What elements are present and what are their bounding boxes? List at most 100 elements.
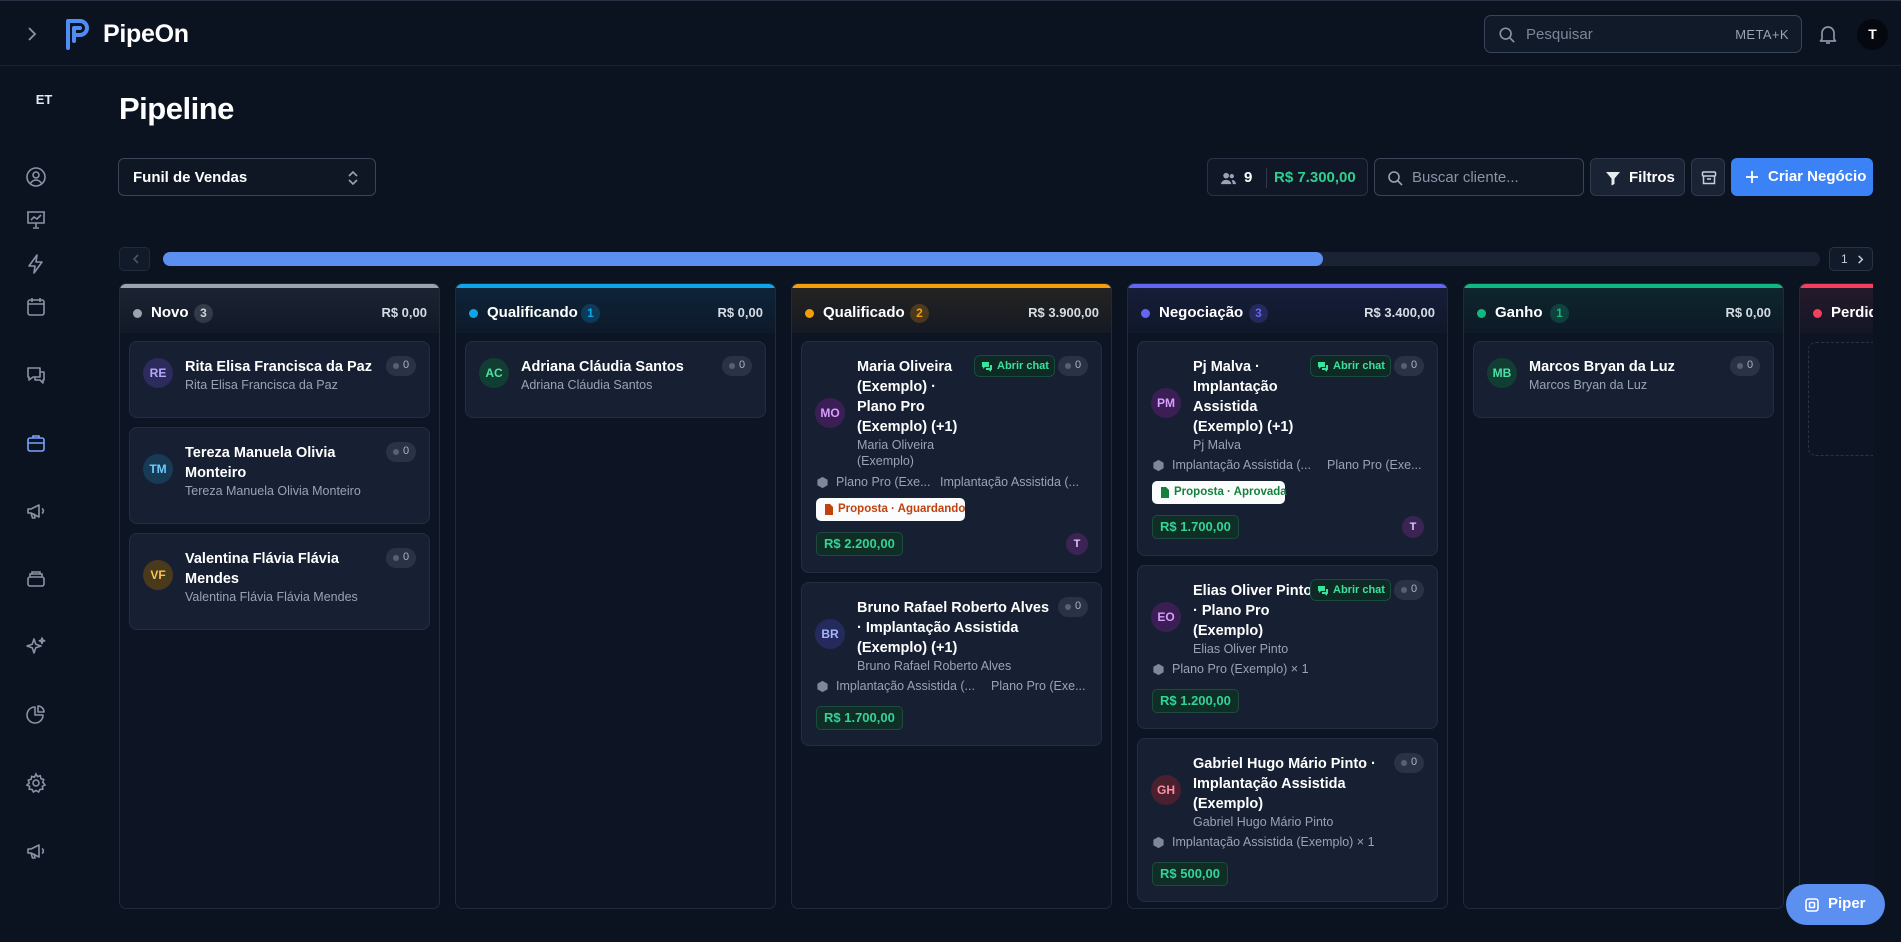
users-icon (1220, 172, 1237, 185)
task-count[interactable]: 0 (386, 548, 416, 568)
column-name: Qualificado (823, 304, 905, 321)
archive-box-icon[interactable] (24, 567, 48, 591)
document-icon (1161, 487, 1169, 498)
funnel-icon (1606, 172, 1620, 186)
open-chat-button[interactable]: Abrir chat (1310, 579, 1391, 601)
task-count[interactable]: 0 (1058, 597, 1088, 617)
workspace-initials[interactable]: ET (0, 92, 88, 107)
cube-icon (1153, 836, 1164, 849)
deal-card[interactable]: MB Marcos Bryan da Luz Marcos Bryan da L… (1473, 341, 1774, 418)
chat-icon (1318, 362, 1328, 372)
chevron-up-down-icon (348, 170, 358, 186)
status-dot (393, 449, 399, 455)
deal-card[interactable]: VF Valentina Flávia Flávia Mendes Valent… (129, 533, 430, 630)
calendar-icon[interactable] (24, 295, 48, 319)
deal-card[interactable]: MO Maria Oliveira (Exemplo) · Plano Pro … (801, 341, 1102, 573)
proposal-status-badge[interactable]: Proposta · Aguardando (816, 498, 965, 521)
proposal-status-badge[interactable]: Proposta · Aprovada (1152, 481, 1287, 504)
column-name: Ganho (1495, 304, 1543, 321)
product-item: Plano Pro (Exemplo) × 1 (1172, 662, 1309, 676)
bell-icon[interactable] (1817, 23, 1839, 45)
client-search-placeholder: Buscar cliente... (1412, 169, 1519, 186)
lightning-icon[interactable] (24, 252, 48, 276)
board-scrollbar-thumb[interactable] (163, 252, 1323, 266)
sparkles-icon[interactable] (24, 635, 48, 659)
empty-dropzone[interactable] (1808, 342, 1873, 456)
deal-title: Rita Elisa Francisca da Paz (185, 359, 372, 375)
pie-chart-icon[interactable] (24, 703, 48, 727)
briefcase-icon[interactable] (24, 431, 48, 455)
deal-value: R$ 1.700,00 (816, 706, 903, 730)
presentation-chart-icon[interactable] (24, 208, 48, 232)
status-dot (1065, 363, 1071, 369)
deal-title: Bruno Rafael Roberto Alves · Implantação… (857, 600, 1050, 656)
client-search-input[interactable]: Buscar cliente... (1374, 158, 1584, 196)
task-count[interactable]: 0 (386, 356, 416, 376)
task-count[interactable]: 0 (386, 442, 416, 462)
app-logo-text: PipeOn (103, 20, 189, 48)
task-count[interactable]: 0 (1394, 356, 1424, 376)
task-count[interactable]: 0 (1730, 356, 1760, 376)
deal-value: R$ 1.200,00 (1152, 689, 1239, 713)
column-header: Negociação 3 R$ 3.400,00 (1128, 284, 1447, 333)
filters-button[interactable]: Filtros (1590, 158, 1685, 196)
megaphone-icon[interactable] (24, 839, 48, 863)
column-count: 3 (1249, 304, 1268, 323)
owner-avatar[interactable]: T (1066, 533, 1088, 555)
column-ganho: Ganho 1 R$ 0,00 MB Marcos Bryan da Luz M… (1463, 283, 1784, 909)
deal-summary: 9 R$ 7.300,00 (1207, 158, 1368, 196)
scroll-right-button[interactable]: 1 (1829, 247, 1873, 271)
task-count[interactable]: 0 (722, 356, 752, 376)
task-count[interactable]: 0 (1058, 356, 1088, 376)
create-deal-button[interactable]: Criar Negócio (1731, 158, 1873, 196)
deal-card[interactable]: BR Bruno Rafael Roberto Alves · Implanta… (801, 582, 1102, 746)
open-chat-button[interactable]: Abrir chat (1310, 355, 1391, 377)
column-total: R$ 0,00 (381, 305, 427, 320)
deal-card[interactable]: PM Pj Malva · Implantação Assistida (Exe… (1137, 341, 1438, 556)
column-name: Qualificando (487, 304, 578, 321)
column-total: R$ 3.900,00 (1028, 305, 1099, 320)
status-dot (729, 363, 735, 369)
chat-icon (1318, 586, 1328, 596)
task-count[interactable]: 0 (1394, 580, 1424, 600)
deal-title: Valentina Flávia Flávia Mendes (185, 551, 339, 587)
stage-dot (469, 309, 478, 318)
avatar: EO (1151, 602, 1181, 632)
proposal-status-label: Proposta · Aguardando (838, 503, 966, 515)
user-circle-icon[interactable] (24, 165, 48, 189)
deal-card[interactable]: GH Gabriel Hugo Mário Pinto · Implantaçã… (1137, 738, 1438, 902)
task-count[interactable]: 0 (1394, 753, 1424, 773)
gear-icon[interactable] (24, 771, 48, 795)
piper-assistant-button[interactable]: Piper (1786, 884, 1885, 925)
status-dot (393, 363, 399, 369)
user-avatar[interactable]: T (1857, 19, 1888, 50)
deal-card[interactable]: EO Elias Oliver Pinto · Plano Pro (Exemp… (1137, 565, 1438, 729)
deal-card[interactable]: RE Rita Elisa Francisca da Paz Rita Elis… (129, 341, 430, 418)
column-negociacao: Negociação 3 R$ 3.400,00 PM Pj Malva · I… (1127, 283, 1448, 909)
deal-card[interactable]: AC Adriana Cláudia Santos Adriana Cláudi… (465, 341, 766, 418)
stage-dot (133, 309, 142, 318)
product-item: Implantação Assistida (Exemplo) × 1 (1172, 835, 1375, 849)
status-dot (1401, 760, 1407, 766)
chat-bubbles-icon[interactable] (24, 363, 48, 387)
funnel-select[interactable]: Funil de Vendas (118, 158, 376, 196)
search-shortcut: META+K (1735, 27, 1789, 42)
megaphone-icon[interactable] (24, 499, 48, 523)
global-search-input[interactable]: Pesquisar META+K (1484, 15, 1802, 53)
avatar: MO (815, 398, 845, 428)
archived-deals-button[interactable] (1691, 158, 1725, 196)
deal-contact: Rita Elisa Francisca da Paz (185, 378, 338, 392)
funnel-select-value: Funil de Vendas (133, 169, 248, 186)
page-title: Pipeline (119, 91, 234, 126)
column-header: Novo 3 R$ 0,00 (120, 284, 439, 333)
column-header: Perdido (1800, 284, 1873, 333)
scroll-left-button[interactable] (119, 247, 150, 271)
open-chat-button[interactable]: Abrir chat (974, 355, 1055, 377)
deal-card[interactable]: TM Tereza Manuela Olivia Monteiro Tereza… (129, 427, 430, 524)
deal-value: R$ 1.700,00 (1152, 515, 1239, 539)
column-qualificando: Qualificando 1 R$ 0,00 AC Adriana Cláudi… (455, 283, 776, 909)
chevron-right-icon[interactable] (22, 24, 42, 44)
pipeline-board: Novo 3 R$ 0,00 RE Rita Elisa Francisca d… (119, 283, 1873, 909)
board-scrollbar[interactable] (163, 252, 1820, 266)
owner-avatar[interactable]: T (1402, 516, 1424, 538)
